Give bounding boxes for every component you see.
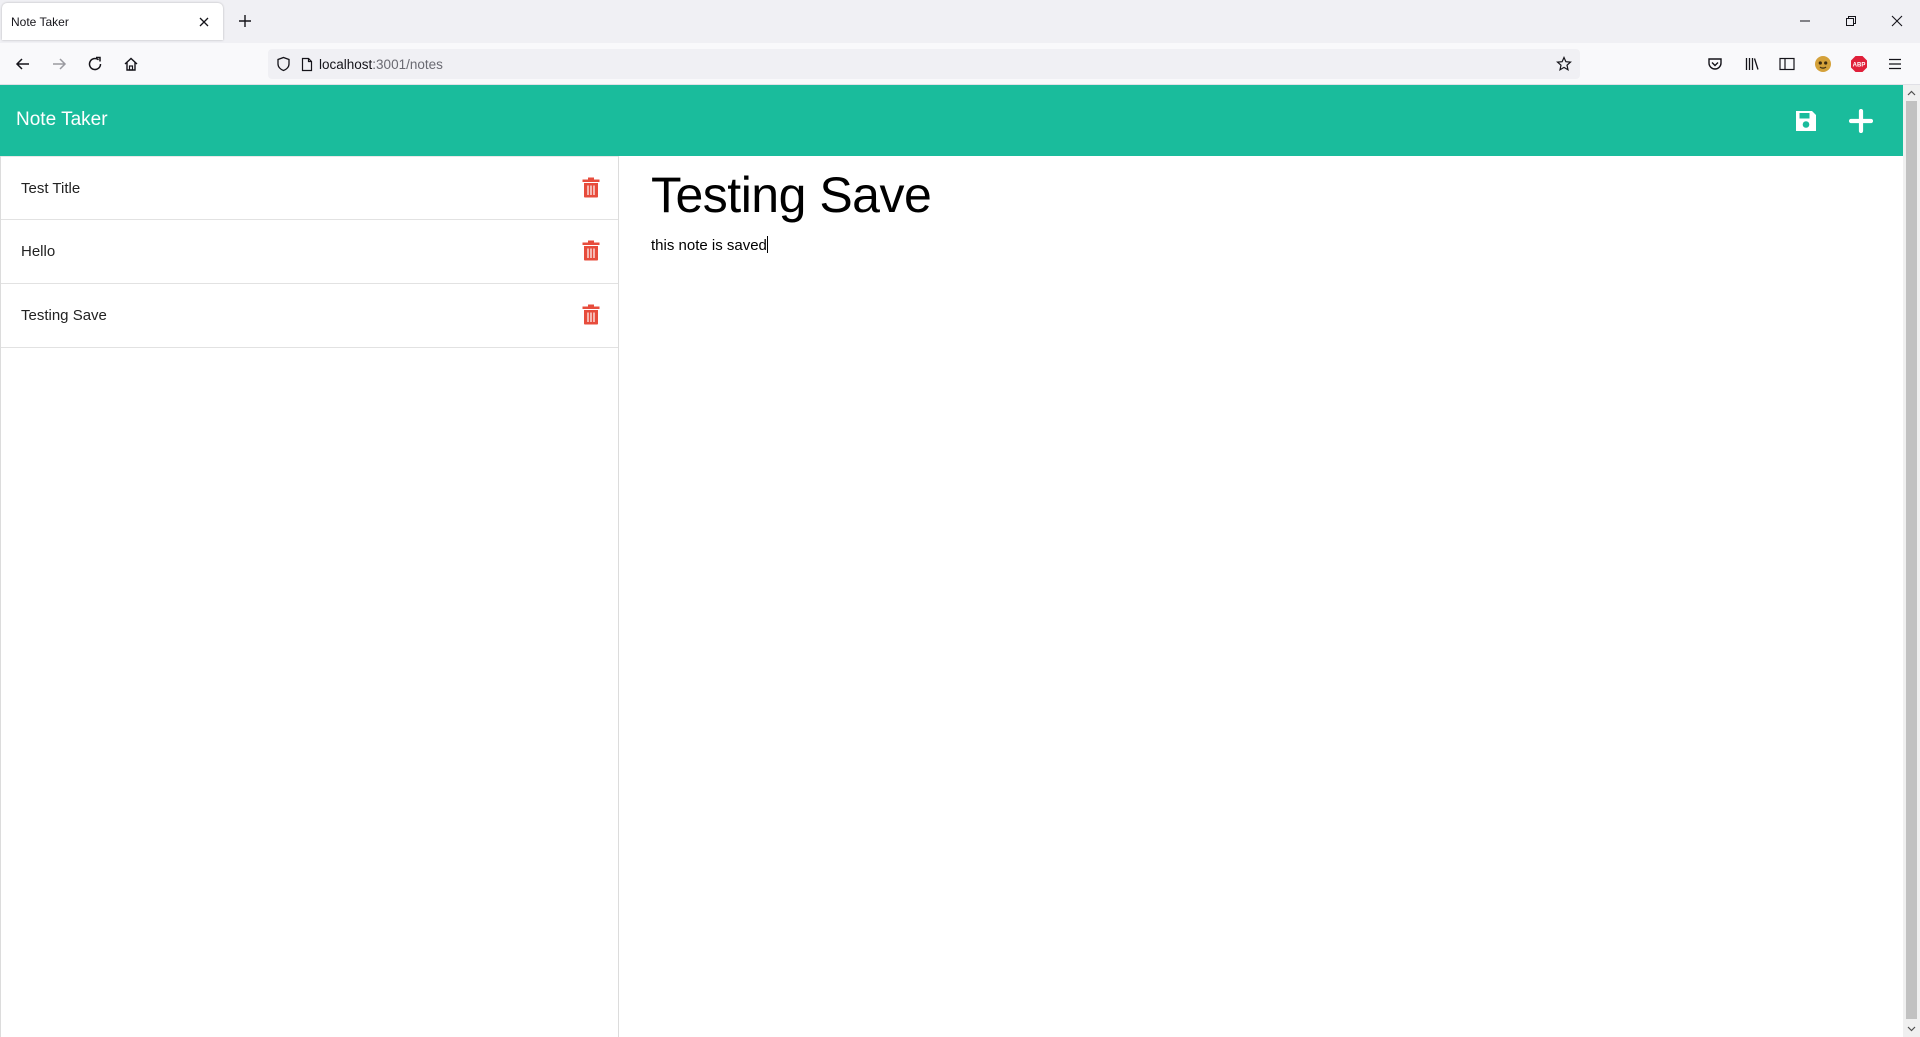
restore-icon[interactable] — [1838, 8, 1864, 34]
pocket-icon[interactable] — [1702, 51, 1728, 77]
browser-tabstrip: Note Taker — [0, 0, 1920, 43]
note-editor: Testing Save this note is saved — [620, 156, 1903, 1037]
minimize-icon[interactable] — [1792, 8, 1818, 34]
browser-navbar: localhost:3001/notes ABP — [0, 43, 1920, 85]
note-list-item[interactable]: Testing Save — [1, 284, 618, 348]
note-list: Test Title Hello Testing Save — [1, 156, 618, 348]
bookmark-star-icon[interactable] — [1556, 56, 1572, 72]
home-icon[interactable] — [118, 51, 144, 77]
delete-note-button[interactable] — [580, 238, 602, 262]
menu-hamburger-icon[interactable] — [1882, 51, 1908, 77]
url-path: :3001/notes — [372, 56, 443, 72]
shield-icon[interactable] — [276, 56, 291, 72]
page-scrollbar[interactable] — [1903, 85, 1920, 1037]
note-text: this note is saved — [651, 237, 767, 254]
back-arrow-icon[interactable] — [10, 51, 36, 77]
note-item-title[interactable]: Test Title — [21, 180, 80, 197]
trash-icon — [582, 240, 600, 261]
scrollbar-thumb[interactable] — [1906, 101, 1917, 1019]
notes-sidebar: Test Title Hello Testing Save — [0, 156, 619, 1037]
text-caret — [766, 236, 768, 253]
window-close-icon[interactable] — [1884, 8, 1910, 34]
scroll-down-icon[interactable] — [1903, 1021, 1920, 1037]
url-bar[interactable]: localhost:3001/notes — [268, 49, 1580, 79]
new-tab-icon[interactable] — [234, 10, 256, 32]
app-header: Note Taker — [0, 85, 1903, 156]
forward-arrow-icon[interactable] — [46, 51, 72, 77]
url-text[interactable]: localhost:3001/notes — [319, 57, 443, 72]
note-list-item[interactable]: Test Title — [1, 156, 618, 220]
floppy-disk-icon — [1794, 109, 1818, 133]
url-host: localhost — [319, 56, 373, 72]
adblock-icon[interactable]: ABP — [1846, 51, 1872, 77]
delete-note-button[interactable] — [580, 175, 602, 199]
browser-tab[interactable]: Note Taker — [2, 3, 223, 40]
page-icon — [301, 57, 313, 72]
save-note-button[interactable] — [1791, 106, 1821, 136]
tab-close-icon[interactable] — [193, 11, 215, 33]
note-item-title[interactable]: Testing Save — [21, 307, 107, 324]
trash-icon — [582, 177, 600, 198]
note-taker-app: Note Taker Test Title Hello Testing Save… — [0, 85, 1903, 1037]
reload-icon[interactable] — [82, 51, 108, 77]
extension-monkey-icon[interactable] — [1810, 51, 1836, 77]
scroll-up-icon[interactable] — [1903, 85, 1920, 101]
plus-icon — [1849, 109, 1873, 133]
delete-note-button[interactable] — [580, 302, 602, 326]
note-textarea[interactable]: this note is saved — [651, 236, 768, 254]
new-note-button[interactable] — [1846, 106, 1876, 136]
note-item-title[interactable]: Hello — [21, 243, 55, 260]
library-icon[interactable] — [1739, 51, 1765, 77]
note-list-item[interactable]: Hello — [1, 220, 618, 284]
trash-icon — [582, 304, 600, 325]
tab-title: Note Taker — [11, 14, 69, 29]
svg-text:ABP: ABP — [1853, 62, 1866, 68]
note-title-input[interactable]: Testing Save — [651, 166, 932, 224]
app-brand[interactable]: Note Taker — [16, 109, 108, 131]
sidebar-toggle-icon[interactable] — [1774, 51, 1800, 77]
